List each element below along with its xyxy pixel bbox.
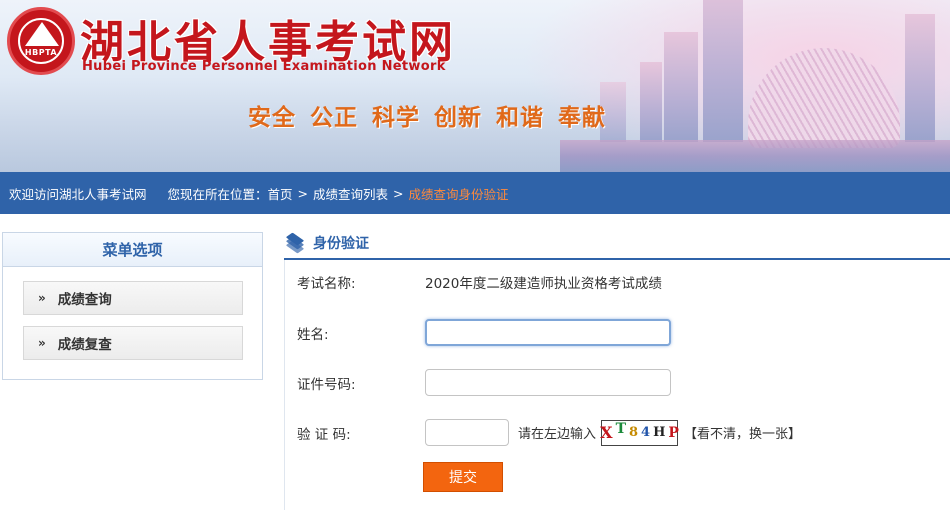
identity-verification-panel: 身份验证 考试名称: 2020年度二级建造师执业资格考试成绩 姓名: 证件号码:… bbox=[284, 228, 950, 510]
logo-mountain-icon bbox=[25, 22, 59, 46]
name-input[interactable] bbox=[425, 319, 671, 346]
skyline-building bbox=[905, 14, 935, 142]
sidebar-item-label: 成绩复查 bbox=[57, 337, 112, 353]
captcha-row: 验 证 码: 请在左边输入 X T 8 4 H P 【看不清，换一张】 bbox=[297, 419, 801, 446]
breadcrumb-current: 成绩查询身份验证 bbox=[408, 186, 509, 202]
captcha-image[interactable]: X T 8 4 H P bbox=[600, 419, 679, 446]
slogan: 和谐 bbox=[496, 105, 544, 131]
id-number-row: 证件号码: bbox=[297, 369, 671, 396]
location-label: 您现在所在位置： bbox=[167, 186, 268, 202]
exam-name-label: 考试名称: bbox=[297, 276, 356, 292]
welcome-text: 欢迎访问湖北人事考试网 bbox=[9, 186, 147, 202]
name-row: 姓名: bbox=[297, 319, 671, 346]
panel-divider bbox=[284, 258, 285, 510]
sidebar-menu: 菜单选项 » 成绩查询 » 成绩复查 bbox=[2, 232, 263, 380]
name-label: 姓名: bbox=[297, 326, 329, 343]
site-subtitle: Hubei Province Personnel Examination Net… bbox=[82, 59, 446, 74]
breadcrumb-home[interactable]: 首页 bbox=[268, 184, 293, 203]
sidebar-item-label: 成绩查询 bbox=[57, 292, 112, 308]
header-banner: HBPTA 湖北省人事考试网 Hubei Province Personnel … bbox=[0, 0, 950, 172]
id-number-label: 证件号码: bbox=[297, 376, 356, 393]
sidebar-title: 菜单选项 bbox=[3, 233, 262, 267]
captcha-label: 验 证 码: bbox=[297, 426, 351, 443]
captcha-hint: 请在左边输入 bbox=[518, 427, 597, 442]
sidebar-item-score-query[interactable]: » 成绩查询 bbox=[23, 281, 243, 315]
skyline-building bbox=[703, 0, 743, 142]
captcha-char: 8 bbox=[628, 425, 639, 440]
logo-abbr: HBPTA bbox=[24, 48, 58, 57]
double-chevron-icon: » bbox=[38, 336, 46, 350]
captcha-refresh-link[interactable]: 【看不清，换一张】 bbox=[684, 423, 801, 442]
site-logo[interactable]: HBPTA bbox=[7, 7, 75, 75]
captcha-char: H bbox=[653, 425, 666, 440]
slogan-row: 安全 公正 科学 创新 和谐 奉献 bbox=[248, 98, 606, 132]
submit-button[interactable]: 提交 bbox=[423, 462, 503, 492]
layers-icon bbox=[285, 232, 305, 254]
slogan: 科学 bbox=[372, 105, 420, 131]
skyline-building bbox=[640, 62, 662, 142]
captcha-char: P bbox=[668, 424, 679, 441]
id-number-input[interactable] bbox=[425, 369, 671, 396]
captcha-char: X bbox=[600, 423, 613, 442]
sidebar-item-score-review[interactable]: » 成绩复查 bbox=[23, 326, 243, 360]
slogan: 奉献 bbox=[558, 105, 606, 131]
slogan: 创新 bbox=[434, 105, 482, 131]
breadcrumb-score-list[interactable]: 成绩查询列表 bbox=[313, 184, 388, 203]
captcha-input[interactable] bbox=[425, 419, 509, 446]
exam-name-row: 考试名称: 2020年度二级建造师执业资格考试成绩 bbox=[297, 272, 662, 292]
breadcrumb-separator: > bbox=[297, 185, 309, 201]
section-header: 身份验证 bbox=[284, 228, 950, 260]
nav-bar: 欢迎访问湖北人事考试网 您现在所在位置： 首页 > 成绩查询列表 > 成绩查询身… bbox=[0, 172, 950, 214]
slogan: 安全 bbox=[248, 105, 296, 131]
slogan: 公正 bbox=[310, 105, 358, 131]
captcha-char: T bbox=[615, 420, 626, 437]
river-reflection bbox=[560, 140, 950, 172]
section-title: 身份验证 bbox=[313, 236, 369, 252]
skyline-building bbox=[664, 32, 698, 142]
breadcrumb-separator: > bbox=[393, 185, 404, 201]
captcha-char: 4 bbox=[641, 425, 651, 440]
double-chevron-icon: » bbox=[38, 291, 46, 305]
exam-name-value: 2020年度二级建造师执业资格考试成绩 bbox=[425, 276, 662, 292]
